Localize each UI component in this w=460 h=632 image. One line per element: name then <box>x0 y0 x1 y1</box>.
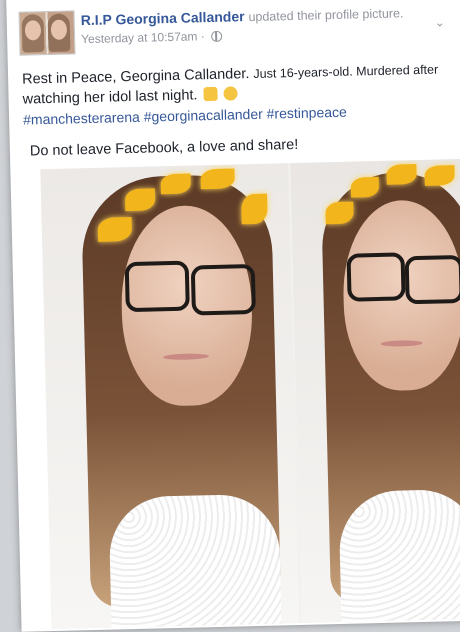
praying-hands-emoji <box>203 86 218 102</box>
post-text-line-2-text: watching her idol last night. <box>22 87 198 108</box>
meta-separator: · <box>200 29 205 44</box>
post-text-line-3: Do not leave Facebook, a love and share! <box>29 136 299 160</box>
page-name-link[interactable]: R.I.P Georgina Callander <box>81 8 245 28</box>
chevron-down-icon[interactable]: ⌄ <box>435 15 445 29</box>
post-meta: Yesterday at 10:57am · <box>81 29 223 46</box>
photo-panel-right <box>290 158 460 623</box>
post-text: Rest in Peace, Georgina Callander. Just … <box>22 59 454 161</box>
post-header: R.I.P Georgina Callander updated their p… <box>18 1 459 56</box>
post-text-small: Just 16-years-old. Murdered after <box>253 62 439 81</box>
crying-face-emoji <box>223 86 238 101</box>
post-timestamp-link[interactable]: Yesterday at 10:57am <box>81 29 198 46</box>
facebook-post-card: R.I.P Georgina Callander updated their p… <box>6 0 460 632</box>
photo-panel-left <box>40 163 300 630</box>
globe-icon[interactable] <box>211 31 223 43</box>
profile-photo[interactable] <box>40 158 460 630</box>
avatar[interactable] <box>18 10 76 56</box>
post-author-line: R.I.P Georgina Callander updated their p… <box>81 4 404 28</box>
post-action-text: updated their profile picture. <box>248 6 404 25</box>
